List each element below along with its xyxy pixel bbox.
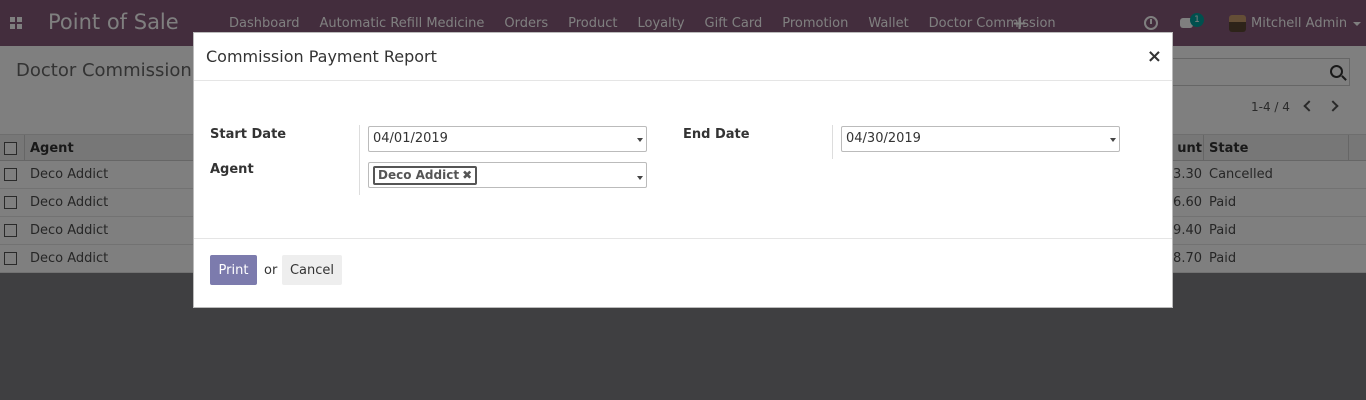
start-date-label: Start Date — [210, 127, 287, 142]
dialog-body: Start Date Agent 04/01/2019 Deco Addict ✖… — [194, 81, 1172, 239]
print-button[interactable]: Print — [210, 255, 257, 285]
start-date-field[interactable]: 04/01/2019 — [368, 126, 647, 152]
dialog-footer: Print or Cancel — [194, 239, 1172, 307]
end-date-field[interactable]: 04/30/2019 — [841, 126, 1120, 152]
field-divider — [359, 125, 360, 195]
agent-tag: Deco Addict ✖ — [373, 166, 478, 185]
dialog-title: Commission Payment Report — [206, 47, 437, 66]
agent-label: Agent — [210, 162, 254, 177]
close-icon[interactable]: × — [1147, 46, 1162, 67]
dialog-header: Commission Payment Report × — [194, 33, 1172, 81]
start-date-value: 04/01/2019 — [373, 131, 448, 146]
field-divider — [832, 125, 833, 159]
agent-many2many-field[interactable]: Deco Addict ✖ — [368, 162, 647, 188]
agent-tag-label: Deco Addict — [378, 168, 460, 182]
caret-down-icon[interactable] — [1110, 138, 1116, 142]
caret-down-icon[interactable] — [637, 176, 643, 180]
caret-down-icon[interactable] — [637, 138, 643, 142]
end-date-label: End Date — [683, 127, 750, 142]
end-date-value: 04/30/2019 — [846, 131, 921, 146]
commission-report-dialog: Commission Payment Report × Start Date A… — [193, 32, 1173, 308]
remove-tag-icon[interactable]: ✖ — [462, 168, 472, 182]
cancel-button[interactable]: Cancel — [282, 255, 342, 285]
or-text: or — [264, 263, 278, 278]
